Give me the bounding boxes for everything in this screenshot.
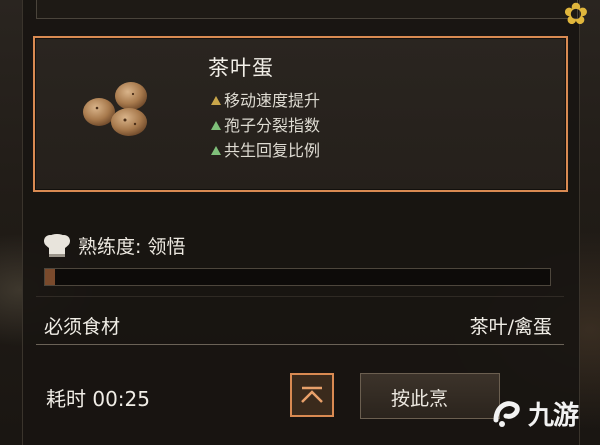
recipe-name: 茶叶蛋 xyxy=(208,56,274,80)
cook-time: 耗时 00:25 xyxy=(46,387,150,411)
attribute-item: 孢子分裂指数 xyxy=(211,113,320,138)
watermark: 九游 xyxy=(490,390,598,436)
collapse-button[interactable] xyxy=(290,373,334,417)
ingredient-row: 必须食材 茶叶/禽蛋 xyxy=(36,312,556,342)
ingredient-label: 必须食材 xyxy=(44,316,121,338)
attribute-label: 移动速度提升 xyxy=(224,91,321,110)
mastery-progress-fill xyxy=(45,269,56,285)
divider xyxy=(36,344,564,345)
recipe-card[interactable]: 茶叶蛋 移动速度提升 孢子分裂指数 共生回复比例 xyxy=(33,36,568,192)
mastery-progress-bar xyxy=(44,268,551,286)
attribute-item: 移动速度提升 xyxy=(211,88,320,113)
panel-top-strip xyxy=(36,0,578,19)
ingredient-value: 茶叶/禽蛋 xyxy=(469,316,552,338)
attribute-list: 移动速度提升 孢子分裂指数 共生回复比例 xyxy=(211,88,320,163)
cook-button[interactable]: 按此烹 xyxy=(360,373,500,419)
watermark-text: 九游 xyxy=(528,400,579,431)
mastery-row: 熟练度: 领悟 xyxy=(42,230,185,260)
chef-hat-icon xyxy=(44,234,70,257)
collapse-icon xyxy=(301,386,323,403)
triangle-up-icon xyxy=(211,96,221,105)
tea-egg-image xyxy=(83,82,147,136)
divider xyxy=(36,296,564,297)
mastery-label: 熟练度: 领悟 xyxy=(78,235,186,258)
attribute-label: 孢子分裂指数 xyxy=(224,116,321,135)
attribute-label: 共生回复比例 xyxy=(224,141,321,160)
triangle-up-icon xyxy=(211,146,221,155)
attribute-item: 共生回复比例 xyxy=(211,138,320,163)
nine-game-logo-icon xyxy=(493,401,520,427)
triangle-up-icon xyxy=(211,121,221,130)
flower-ornament-icon: ✿ xyxy=(563,0,589,32)
